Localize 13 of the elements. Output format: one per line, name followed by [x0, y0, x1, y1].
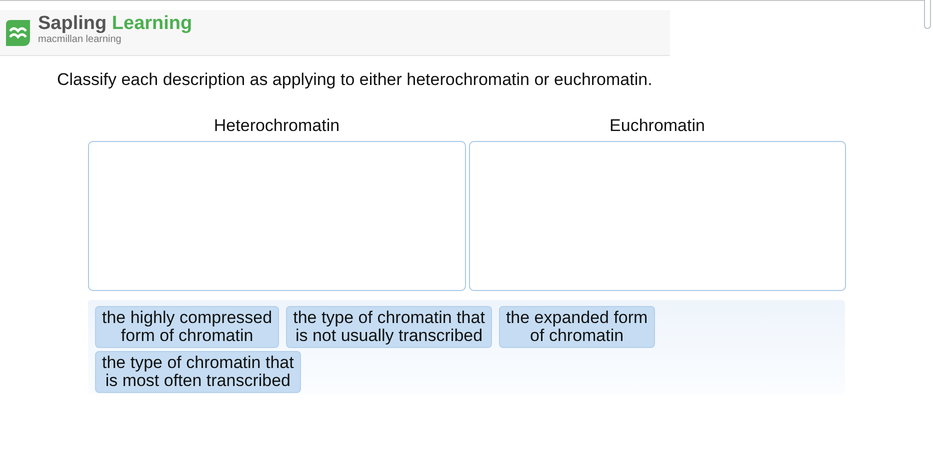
question-text: Classify each description as applying to either heterochromatin or euchromatin.: [57, 70, 654, 90]
draggable-answer[interactable]: the highly compressed form of chromatin: [95, 306, 280, 348]
draggable-answer[interactable]: the type of chromatin that is most often transcribed: [95, 351, 301, 393]
drop-zone[interactable]: [88, 141, 466, 291]
category-heading: Euchromatin: [608, 116, 706, 136]
category-heading: Heterochromatin: [212, 116, 341, 136]
logo-icon: [4, 18, 32, 46]
brand-tagline: macmillan learning: [38, 34, 122, 46]
scroll-handle: [924, 0, 931, 29]
brand-name: Sapling Learning: [38, 14, 192, 34]
drop-zone[interactable]: [468, 141, 846, 291]
draggable-answer[interactable]: the type of chromatin that is not usually transcribed: [286, 306, 492, 348]
draggable-answer[interactable]: the expanded form of chromatin: [498, 306, 655, 348]
